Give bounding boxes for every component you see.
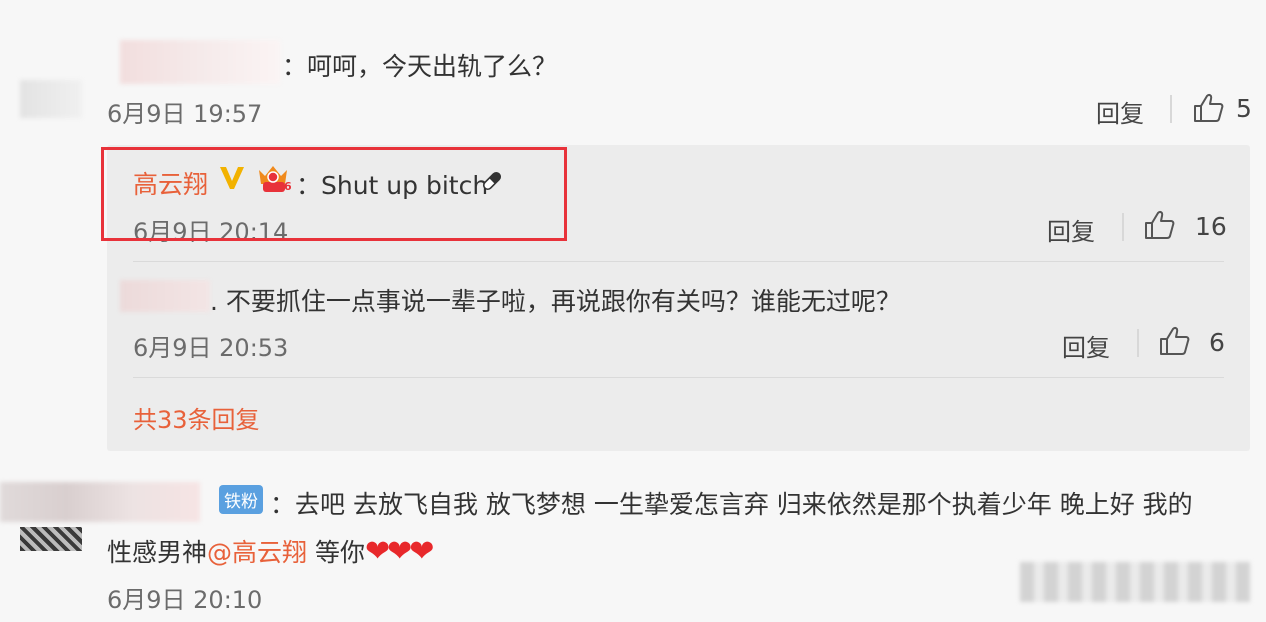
reply-divider <box>133 261 1224 262</box>
divider <box>1170 95 1172 123</box>
comment-text: ：去吧 去放飞自我 放飞梦想 一生挚爱怎言弃 归来依然是那个执着少年 晚上好 我… <box>270 490 1193 519</box>
comment-text: 等你 <box>307 538 365 567</box>
reply-button[interactable]: 回复 <box>1062 328 1110 363</box>
comment-time: 6月9日 20:10 <box>107 586 263 614</box>
heart-emoji-icon: ❤❤❤ <box>364 534 434 569</box>
comment-text: 性感男神 <box>107 538 208 567</box>
avatar-redacted[interactable] <box>0 482 200 522</box>
reply-button[interactable]: 回复 <box>1096 94 1144 129</box>
view-all-replies-link[interactable]: 共33条回复 <box>133 400 260 435</box>
comment-time: 6月9日 19:57 <box>107 100 263 128</box>
highlight-box <box>101 147 567 241</box>
thumbs-up-icon[interactable] <box>1159 326 1191 356</box>
comment-text: ：呵呵，今天出轨了么？ <box>282 52 558 81</box>
avatar[interactable] <box>20 527 82 551</box>
thumbs-up-icon[interactable] <box>1144 210 1176 240</box>
like-count: 5 <box>1236 94 1252 123</box>
reply-text: . 不要抓住一点事说一辈子啦，再说跟你有关吗？谁能无过呢？ <box>210 287 901 316</box>
username-redacted[interactable] <box>120 40 280 84</box>
mention-link[interactable]: @高云翔 <box>207 538 307 567</box>
reply-time: 6月9日 20:53 <box>133 334 289 362</box>
fan-badge: 铁粉 <box>219 485 263 514</box>
watermark-redacted <box>1020 562 1250 602</box>
like-count: 16 <box>1195 212 1227 241</box>
avatar[interactable] <box>20 80 82 118</box>
reply-button[interactable]: 回复 <box>1047 212 1095 247</box>
divider <box>1122 213 1124 241</box>
divider <box>1137 329 1139 357</box>
thumbs-up-icon[interactable] <box>1193 93 1225 123</box>
username-redacted[interactable] <box>120 280 210 312</box>
reply-divider <box>133 377 1224 378</box>
comment-text-line2: 性感男神@高云翔 等你❤❤❤ <box>107 533 434 569</box>
like-count: 6 <box>1209 328 1225 357</box>
